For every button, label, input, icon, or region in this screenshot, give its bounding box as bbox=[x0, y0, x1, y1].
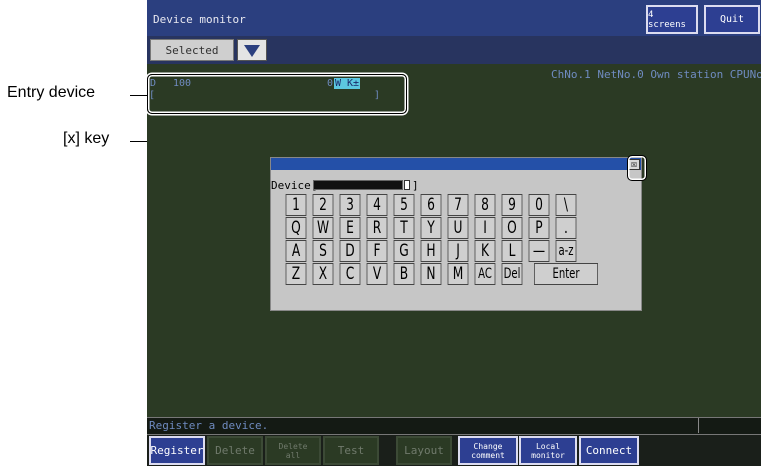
key-5[interactable]: 5 bbox=[393, 194, 415, 216]
key-n[interactable]: N bbox=[420, 263, 442, 285]
key-q[interactable]: Q bbox=[285, 217, 307, 239]
change-comment-label-2: comment bbox=[471, 450, 505, 460]
key-4[interactable]: 4 bbox=[366, 194, 388, 216]
key-j[interactable]: J bbox=[447, 240, 469, 262]
key-a-z[interactable]: a-z bbox=[555, 240, 577, 262]
key-g[interactable]: G bbox=[393, 240, 415, 262]
close-key-highlight bbox=[627, 155, 647, 181]
key-ac[interactable]: AC bbox=[474, 263, 496, 285]
message-divider bbox=[698, 418, 699, 433]
key-1[interactable]: 1 bbox=[285, 194, 307, 216]
selected-dropdown-value[interactable]: Selected bbox=[150, 39, 234, 61]
key-dash[interactable]: — bbox=[528, 240, 550, 262]
key-del[interactable]: Del bbox=[501, 263, 523, 285]
dialog-title-bar bbox=[271, 158, 641, 170]
quit-button[interactable]: Quit bbox=[704, 5, 760, 34]
local-monitor-label-2: monitor bbox=[531, 450, 565, 460]
station-status: ChNo.1 NetNo.0 Own station CPUNo.0 bbox=[551, 68, 761, 81]
key-6[interactable]: 6 bbox=[420, 194, 442, 216]
local-monitor-label-1: Local bbox=[535, 441, 561, 451]
entry-device-callout: Entry device bbox=[7, 84, 96, 101]
dropdown-button[interactable] bbox=[237, 39, 267, 61]
message-text: Register a device. bbox=[149, 419, 269, 432]
change-comment-label-1: Change bbox=[473, 441, 503, 451]
four-screens-button[interactable]: 4 screens bbox=[646, 5, 698, 34]
key-p[interactable]: P bbox=[528, 217, 550, 239]
key-k[interactable]: K bbox=[474, 240, 496, 262]
input-cursor bbox=[404, 180, 410, 190]
key-i[interactable]: I bbox=[474, 217, 496, 239]
entry-device-leader bbox=[130, 95, 147, 96]
key-x[interactable]: X bbox=[312, 263, 334, 285]
key-d[interactable]: D bbox=[339, 240, 361, 262]
device-label: Device[ bbox=[271, 179, 318, 192]
register-button[interactable]: Register bbox=[149, 436, 205, 465]
key-9[interactable]: 9 bbox=[501, 194, 523, 216]
key-7[interactable]: 7 bbox=[447, 194, 469, 216]
key-enter[interactable]: Enter bbox=[534, 263, 598, 285]
connect-button[interactable]: Connect bbox=[579, 436, 639, 465]
key-h[interactable]: H bbox=[420, 240, 442, 262]
key-period[interactable]: . bbox=[555, 217, 577, 239]
delete-all-label-1: Delete bbox=[278, 441, 308, 451]
local-monitor-button[interactable]: Local monitor bbox=[519, 436, 577, 465]
key-z[interactable]: Z bbox=[285, 263, 307, 285]
change-comment-button[interactable]: Change comment bbox=[458, 436, 518, 465]
triangle-down-icon bbox=[244, 45, 260, 57]
key-3[interactable]: 3 bbox=[339, 194, 361, 216]
key-t[interactable]: T bbox=[393, 217, 415, 239]
key-f[interactable]: F bbox=[366, 240, 388, 262]
key-a[interactable]: A bbox=[285, 240, 307, 262]
delete-button[interactable]: Delete bbox=[207, 436, 263, 465]
key-o[interactable]: O bbox=[501, 217, 523, 239]
key-l[interactable]: L bbox=[501, 240, 523, 262]
window-title: Device monitor bbox=[153, 13, 246, 26]
entry-device-highlight bbox=[147, 74, 407, 114]
key-v[interactable]: V bbox=[366, 263, 388, 285]
test-button[interactable]: Test bbox=[323, 436, 379, 465]
device-monitor-screen: Device monitor 4 screens Quit Selected C… bbox=[147, 0, 761, 466]
key-c[interactable]: C bbox=[339, 263, 361, 285]
device-input[interactable] bbox=[313, 180, 403, 190]
key-m[interactable]: M bbox=[447, 263, 469, 285]
key-y[interactable]: Y bbox=[420, 217, 442, 239]
x-key-callout: [x] key bbox=[63, 130, 110, 147]
key-e[interactable]: E bbox=[339, 217, 361, 239]
key-0[interactable]: 0 bbox=[528, 194, 550, 216]
delete-all-label-2: all bbox=[285, 450, 301, 460]
layout-button[interactable]: Layout bbox=[396, 436, 452, 465]
key-8[interactable]: 8 bbox=[474, 194, 496, 216]
key-backslash[interactable]: \ bbox=[555, 194, 577, 216]
device-keypad-dialog: ☒ Device[ ] 1 2 3 4 5 6 7 8 9 0 \ Q W E R T Y U I O P. A S D F G H… bbox=[270, 157, 642, 311]
key-b[interactable]: B bbox=[393, 263, 415, 285]
key-2[interactable]: 2 bbox=[312, 194, 334, 216]
key-w[interactable]: W bbox=[312, 217, 334, 239]
device-label-end: ] bbox=[412, 179, 419, 192]
key-r[interactable]: R bbox=[366, 217, 388, 239]
key-u[interactable]: U bbox=[447, 217, 469, 239]
key-s[interactable]: S bbox=[312, 240, 334, 262]
delete-all-button[interactable]: Delete all bbox=[265, 436, 321, 465]
